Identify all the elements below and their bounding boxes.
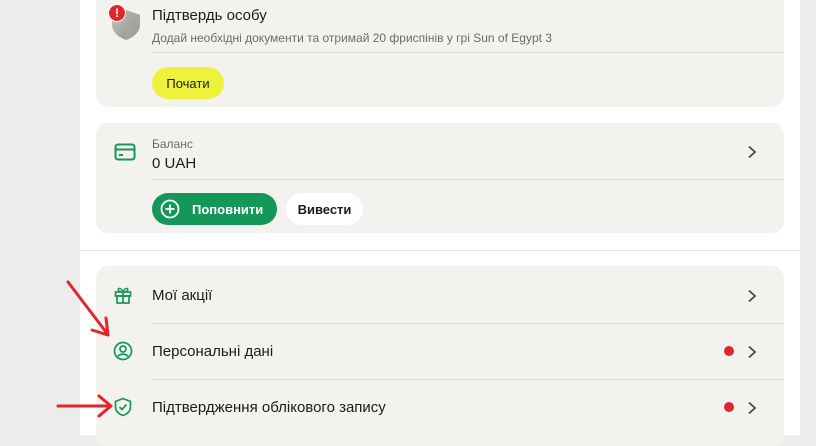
shield-check-icon xyxy=(113,397,133,417)
top-up-label: Поповнити xyxy=(192,202,264,217)
annotation-arrow-horizontal xyxy=(56,394,113,418)
wallet-icon xyxy=(114,143,136,161)
gift-icon xyxy=(113,285,133,305)
menu-item-account-verification[interactable]: Підтвердження облікового запису xyxy=(96,379,784,435)
user-circle-icon xyxy=(113,341,133,361)
withdraw-button[interactable]: Вивести xyxy=(286,193,363,225)
menu-item-label: Підтвердження облікового запису xyxy=(152,399,386,416)
chevron-right-icon xyxy=(746,401,758,415)
menu-item-personal-data[interactable]: Персональні дані xyxy=(96,323,784,379)
balance-label: Баланс xyxy=(152,137,193,151)
divider xyxy=(152,52,784,53)
start-button[interactable]: Почати xyxy=(152,67,224,99)
verify-title: Підтвердь особу xyxy=(152,7,267,24)
menu-item-label: Персональні дані xyxy=(152,343,274,360)
notification-dot xyxy=(724,346,734,356)
verify-subtitle: Додай необхідні документи та отримай 20 … xyxy=(152,31,552,45)
chevron-right-icon xyxy=(746,345,758,359)
notification-dot xyxy=(724,402,734,412)
annotation-arrow-diagonal xyxy=(66,280,110,337)
chevron-right-icon[interactable] xyxy=(746,145,758,159)
alert-badge: ! xyxy=(108,4,126,22)
top-up-button[interactable]: Поповнити xyxy=(152,193,277,225)
section-divider xyxy=(80,250,800,251)
menu-item-label: Мої акції xyxy=(152,287,213,304)
account-panel: ! Підтвердь особу Додай необхідні докуме… xyxy=(80,0,800,446)
menu-item-promotions[interactable]: Мої акції xyxy=(96,267,784,323)
divider xyxy=(152,179,784,180)
plus-circle-icon xyxy=(160,199,180,219)
chevron-right-icon xyxy=(746,289,758,303)
menu-card: Мої акції Персональні дані Підтвердження… xyxy=(96,266,784,446)
balance-card[interactable]: Баланс 0 UAH Поповнити Вивести xyxy=(96,123,784,233)
verify-identity-card: ! Підтвердь особу Додай необхідні докуме… xyxy=(96,0,784,107)
balance-value: 0 UAH xyxy=(152,155,197,172)
